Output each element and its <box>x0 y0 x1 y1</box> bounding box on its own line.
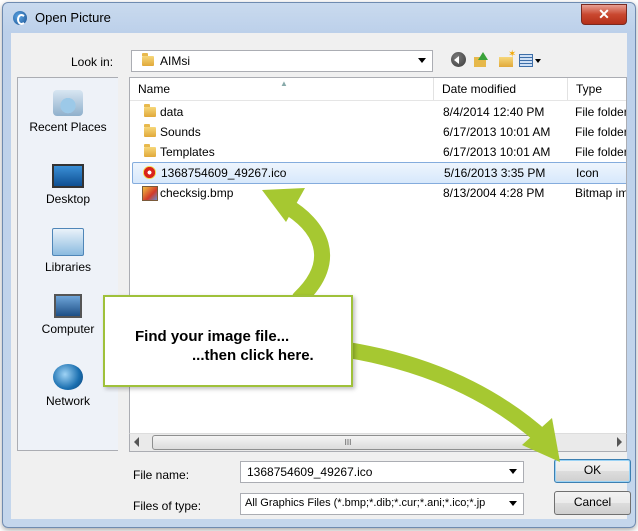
scroll-right-icon[interactable] <box>617 437 622 447</box>
place-label: Libraries <box>44 260 92 274</box>
file-name-input[interactable]: 1368754609_49267.ico <box>240 461 524 483</box>
look-in-label: Look in: <box>71 55 114 69</box>
file-date-cell: 6/17/2013 10:01 AM <box>443 125 551 139</box>
chevron-down-icon[interactable] <box>509 469 517 474</box>
view-menu-icon[interactable] <box>519 51 545 69</box>
files-of-type-dropdown[interactable]: All Graphics Files (*.bmp;*.dib;*.cur;*.… <box>240 493 524 515</box>
file-date-cell: 8/13/2004 4:28 PM <box>443 186 545 200</box>
places-bar: Recent Places Desktop Libraries Computer… <box>17 77 118 451</box>
callout-line-2: ...then click here. <box>192 347 314 364</box>
up-folder-icon[interactable] <box>473 51 491 69</box>
chevron-down-icon[interactable] <box>509 501 517 506</box>
ico-file-icon <box>143 166 156 179</box>
place-recent-places[interactable]: Recent Places <box>18 90 118 134</box>
file-type-cell: File folder <box>575 105 627 119</box>
new-folder-icon[interactable] <box>498 49 516 69</box>
file-type-cell: File folder <box>575 145 627 159</box>
file-row[interactable]: Templates 6/17/2013 10:01 AM File folder <box>132 142 626 162</box>
file-date-cell: 8/4/2014 12:40 PM <box>443 105 545 119</box>
file-row[interactable]: Sounds 6/17/2013 10:01 AM File folder <box>132 122 626 142</box>
close-button[interactable]: ✕ <box>581 4 627 25</box>
scroll-left-icon[interactable] <box>134 437 139 447</box>
column-header-type[interactable]: Type <box>568 78 626 100</box>
instruction-callout: Find your image file... ...then click he… <box>103 295 353 387</box>
file-type-cell: Icon <box>576 166 599 180</box>
folder-icon <box>144 124 156 137</box>
title-bar[interactable]: Open Picture ✕ <box>3 3 635 31</box>
ok-button[interactable]: OK <box>554 459 631 483</box>
file-date-cell: 5/16/2013 3:35 PM <box>444 166 546 180</box>
look-in-value: AIMsi <box>160 54 190 68</box>
file-row-selected[interactable]: 1368754609_49267.ico 5/16/2013 3:35 PM I… <box>132 162 626 184</box>
place-label: Network <box>45 394 90 408</box>
cancel-button[interactable]: Cancel <box>554 491 631 515</box>
file-name-cell: Sounds <box>160 125 201 139</box>
file-name-label: File name: <box>133 468 190 482</box>
open-picture-dialog: Open Picture ✕ Look in: AIMsi Recent Pla… <box>2 2 636 528</box>
file-name-cell: Templates <box>160 145 215 159</box>
files-of-type-value: All Graphics Files (*.bmp;*.dib;*.cur;*.… <box>245 497 486 509</box>
app-icon <box>13 11 27 25</box>
computer-icon <box>54 294 82 318</box>
place-desktop[interactable]: Desktop <box>18 164 118 206</box>
scroll-thumb[interactable]: III <box>152 435 544 450</box>
file-name-cell: checksig.bmp <box>160 186 234 200</box>
place-label: Desktop <box>45 192 91 206</box>
folder-icon <box>142 53 154 66</box>
back-icon[interactable] <box>451 52 466 67</box>
files-of-type-label: Files of type: <box>133 499 202 513</box>
libraries-icon <box>52 228 84 256</box>
folder-icon <box>144 104 156 117</box>
sort-ascending-icon: ▲ <box>280 79 288 88</box>
network-icon <box>53 364 83 390</box>
desktop-icon <box>52 164 84 188</box>
dialog-body: Look in: AIMsi Recent Places Desktop Lib… <box>11 33 631 519</box>
window-title: Open Picture <box>35 10 111 25</box>
file-row[interactable]: data 8/4/2014 12:40 PM File folder <box>132 102 626 122</box>
folder-icon <box>144 144 156 157</box>
callout-line-1: Find your image file... <box>135 328 290 345</box>
file-name-cell: 1368754609_49267.ico <box>161 166 287 180</box>
bmp-file-icon <box>142 186 158 201</box>
chevron-down-icon[interactable] <box>418 58 426 63</box>
place-label: Recent Places <box>29 120 107 134</box>
file-name-cell: data <box>160 105 184 119</box>
column-header-date[interactable]: Date modified <box>434 78 568 100</box>
look-in-dropdown[interactable]: AIMsi <box>131 50 433 72</box>
file-name-value: 1368754609_49267.ico <box>247 465 373 479</box>
place-libraries[interactable]: Libraries <box>18 228 118 274</box>
recent-places-icon <box>53 90 83 116</box>
file-type-cell: Bitmap im <box>575 186 627 200</box>
column-header-row: Name ▲ Date modified Type <box>130 78 626 101</box>
file-type-cell: File folder <box>575 125 627 139</box>
file-list[interactable]: Name ▲ Date modified Type data 8/4/2014 … <box>129 77 627 451</box>
file-date-cell: 6/17/2013 10:01 AM <box>443 145 551 159</box>
horizontal-scrollbar[interactable]: III <box>129 433 627 452</box>
file-row[interactable]: checksig.bmp 8/13/2004 4:28 PM Bitmap im <box>132 183 626 203</box>
